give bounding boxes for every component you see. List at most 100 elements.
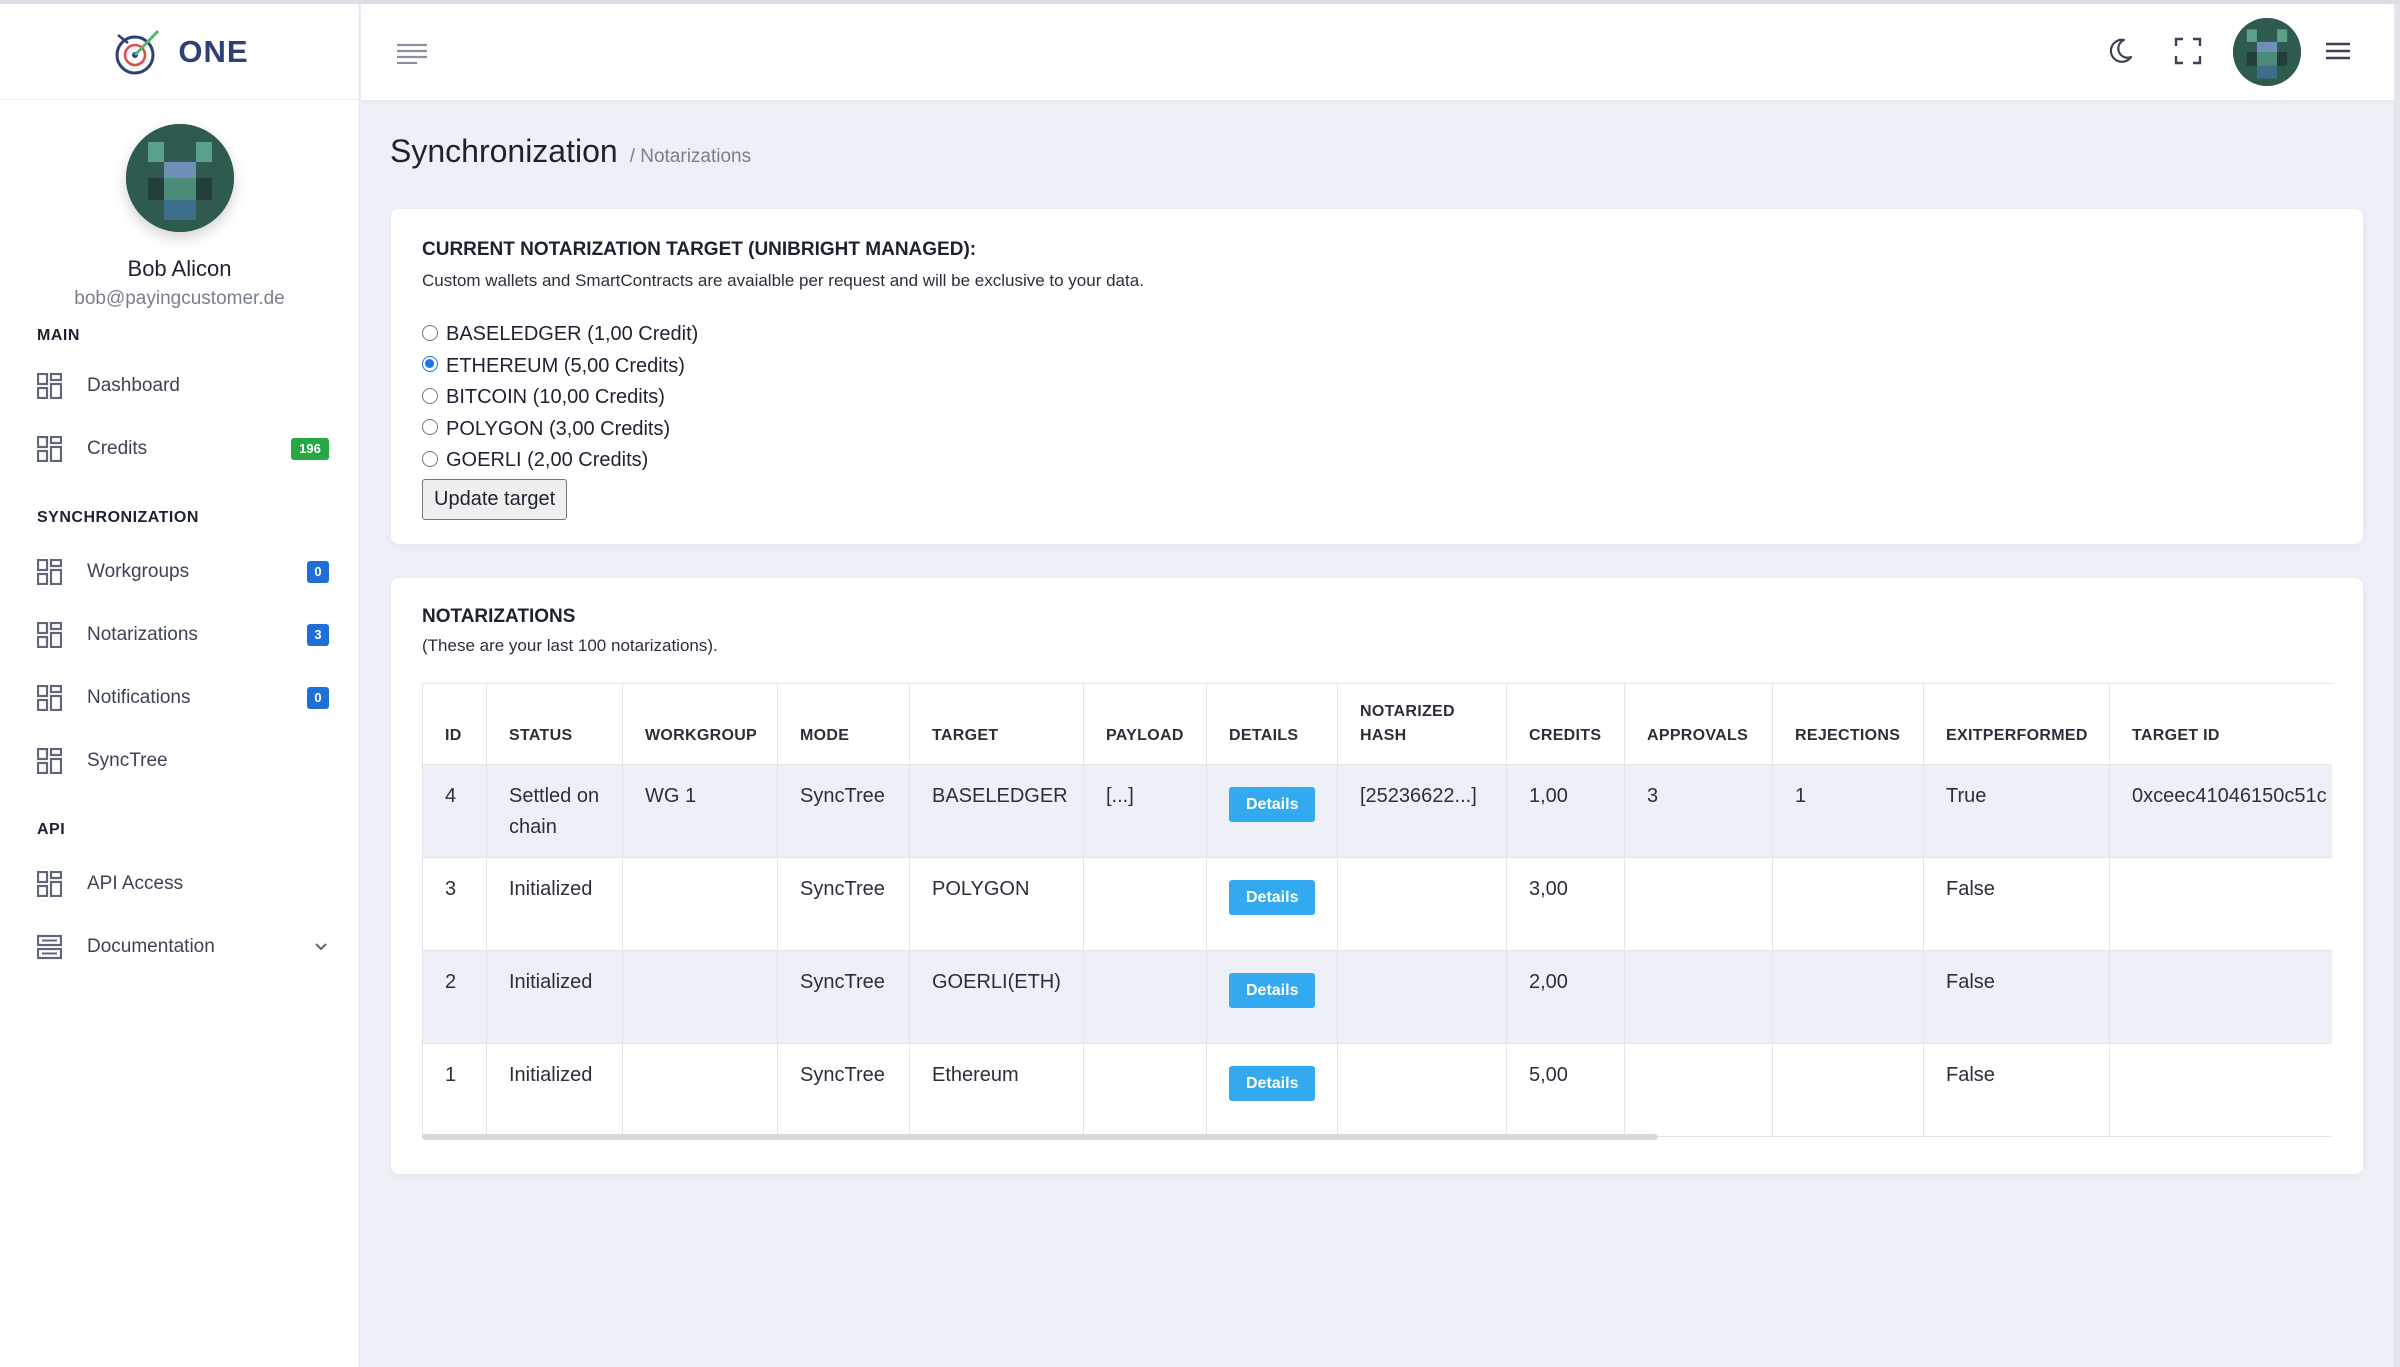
target-option-bitcoin[interactable]: BITCOIN (10,00 Credits) <box>422 382 2332 414</box>
cell-mode: SyncTree <box>777 950 910 1044</box>
column-header-notarized-hash[interactable]: NOTARIZED HASH <box>1337 684 1507 765</box>
cell-approvals <box>1624 950 1773 1044</box>
notifications-badge: 0 <box>307 686 329 709</box>
vertical-scrollbar[interactable] <box>2394 4 2400 1367</box>
cell-payload[interactable]: [...] <box>1083 764 1207 858</box>
cell-details: Details <box>1206 1043 1338 1137</box>
sidebar-item-label: SyncTree <box>87 749 168 771</box>
grid-icon <box>37 870 62 897</box>
column-header-exitperformed[interactable]: EXITPERFORMED <box>1923 684 2110 765</box>
sidebar-nav: MAIN Dashboard Credits 196 SYNCHRONIZATI… <box>0 322 359 978</box>
cell-details: Details <box>1206 764 1338 858</box>
cell-id: 4 <box>422 764 487 858</box>
cell-rejections: 1 <box>1772 764 1924 858</box>
radio-button[interactable] <box>422 450 438 467</box>
column-header-mode[interactable]: MODE <box>777 684 910 765</box>
details-button[interactable]: Details <box>1229 786 1316 822</box>
cell-target-id <box>2109 950 2332 1044</box>
sidebar-item-documentation[interactable]: Documentation <box>0 915 359 978</box>
cell-rejections <box>1772 950 1924 1044</box>
cell-payload <box>1083 950 1207 1044</box>
column-header-rejections[interactable]: REJECTIONS <box>1772 684 1924 765</box>
cell-approvals: 3 <box>1624 764 1773 858</box>
column-header-target-id[interactable]: TARGET ID <box>2109 684 2332 765</box>
details-button[interactable]: Details <box>1229 972 1316 1008</box>
table-header-row: ID STATUS WORKGROUP MODE TARGET PAYLOAD … <box>422 684 2332 765</box>
column-header-credits[interactable]: CREDITS <box>1506 684 1625 765</box>
column-header-approvals[interactable]: APPROVALS <box>1624 684 1773 765</box>
sidebar-item-notarizations[interactable]: Notarizations 3 <box>0 603 359 666</box>
cell-workgroup: WG 1 <box>622 764 778 858</box>
cell-payload <box>1083 857 1207 951</box>
page-heading: Synchronization / Notarizations <box>390 133 751 170</box>
horizontal-scrollbar[interactable] <box>422 1134 1658 1140</box>
target-option-baseledger[interactable]: BASELEDGER (1,00 Credit) <box>422 319 2332 351</box>
fullscreen-icon[interactable] <box>2173 36 2203 66</box>
sidebar-item-notifications[interactable]: Notifications 0 <box>0 666 359 729</box>
column-header-id[interactable]: ID <box>422 684 487 765</box>
table-row: 3 Initialized SyncTree POLYGON Details 3… <box>422 857 2332 951</box>
radio-button[interactable] <box>422 419 438 436</box>
target-option-polygon[interactable]: POLYGON (3,00 Credits) <box>422 414 2332 446</box>
radio-label: GOERLI (2,00 Credits) <box>446 449 649 472</box>
cell-exitperformed: False <box>1923 1043 2110 1137</box>
cell-id: 3 <box>422 857 487 951</box>
radio-label: BASELEDGER (1,00 Credit) <box>446 323 699 346</box>
target-option-ethereum[interactable]: ETHEREUM (5,00 Credits) <box>422 351 2332 383</box>
column-header-payload[interactable]: PAYLOAD <box>1083 684 1207 765</box>
card-title: CURRENT NOTARIZATION TARGET (UNIBRIGHT M… <box>422 239 977 260</box>
cell-exitperformed: False <box>1923 857 2110 951</box>
cell-notarized-hash <box>1337 950 1507 1044</box>
cell-target-id <box>2109 857 2332 951</box>
notarizations-card: NOTARIZATIONS (These are your last 100 n… <box>391 578 2363 1174</box>
grid-icon <box>37 621 62 648</box>
brand-name: ONE <box>178 33 249 69</box>
cell-notarized-hash <box>1337 1043 1507 1137</box>
notarizations-table-container[interactable]: ID STATUS WORKGROUP MODE TARGET PAYLOAD … <box>422 683 2332 1140</box>
sidebar-item-synctree[interactable]: SyncTree <box>0 729 359 792</box>
sidebar-item-label: Notarizations <box>87 623 198 645</box>
moon-icon[interactable] <box>2105 36 2135 66</box>
user-avatar[interactable] <box>2233 18 2301 86</box>
nav-heading: MAIN <box>37 327 80 344</box>
avatar[interactable] <box>125 124 234 232</box>
cell-status: Initialized <box>486 950 623 1044</box>
column-header-target[interactable]: TARGET <box>909 684 1084 765</box>
workgroups-badge: 0 <box>307 560 329 583</box>
column-header-status[interactable]: STATUS <box>486 684 623 765</box>
cell-credits: 2,00 <box>1506 950 1625 1044</box>
notarizations-table: ID STATUS WORKGROUP MODE TARGET PAYLOAD … <box>422 684 2332 1137</box>
radio-button[interactable] <box>422 387 438 404</box>
radio-button[interactable] <box>422 324 438 341</box>
cell-notarized-hash[interactable]: [25236622...] <box>1337 764 1507 858</box>
page-title: Synchronization <box>390 133 618 169</box>
notarizations-badge: 3 <box>307 623 329 646</box>
menu-icon[interactable] <box>2323 36 2353 66</box>
brand[interactable]: ONE <box>0 4 359 100</box>
sidebar-item-dashboard[interactable]: Dashboard <box>0 354 359 417</box>
cell-workgroup <box>622 950 778 1044</box>
radio-button[interactable] <box>422 356 438 373</box>
details-button[interactable]: Details <box>1229 1065 1316 1101</box>
breadcrumb: / Notarizations <box>629 146 752 167</box>
cell-mode: SyncTree <box>777 857 910 951</box>
sidebar-item-credits[interactable]: Credits 196 <box>0 417 359 480</box>
cell-target: GOERLI(ETH) <box>909 950 1084 1044</box>
column-header-workgroup[interactable]: WORKGROUP <box>622 684 778 765</box>
grid-icon <box>37 558 62 585</box>
grid-icon <box>37 372 62 399</box>
update-target-button[interactable]: Update target <box>422 478 568 520</box>
cell-exitperformed: False <box>1923 950 2110 1044</box>
sidebar-item-workgroups[interactable]: Workgroups 0 <box>0 540 359 603</box>
hamburger-icon[interactable] <box>397 42 429 64</box>
cell-details: Details <box>1206 950 1338 1044</box>
column-header-details[interactable]: DETAILS <box>1206 684 1338 765</box>
top-header <box>361 4 2400 100</box>
cell-exitperformed: True <box>1923 764 2110 858</box>
sidebar-item-api-access[interactable]: API Access <box>0 852 359 915</box>
card-subtitle: Custom wallets and SmartContracts are av… <box>422 271 1144 290</box>
chevron-down-icon[interactable] <box>313 939 329 955</box>
target-option-goerli[interactable]: GOERLI (2,00 Credits) <box>422 445 2332 477</box>
cell-mode: SyncTree <box>777 764 910 858</box>
details-button[interactable]: Details <box>1229 879 1316 915</box>
